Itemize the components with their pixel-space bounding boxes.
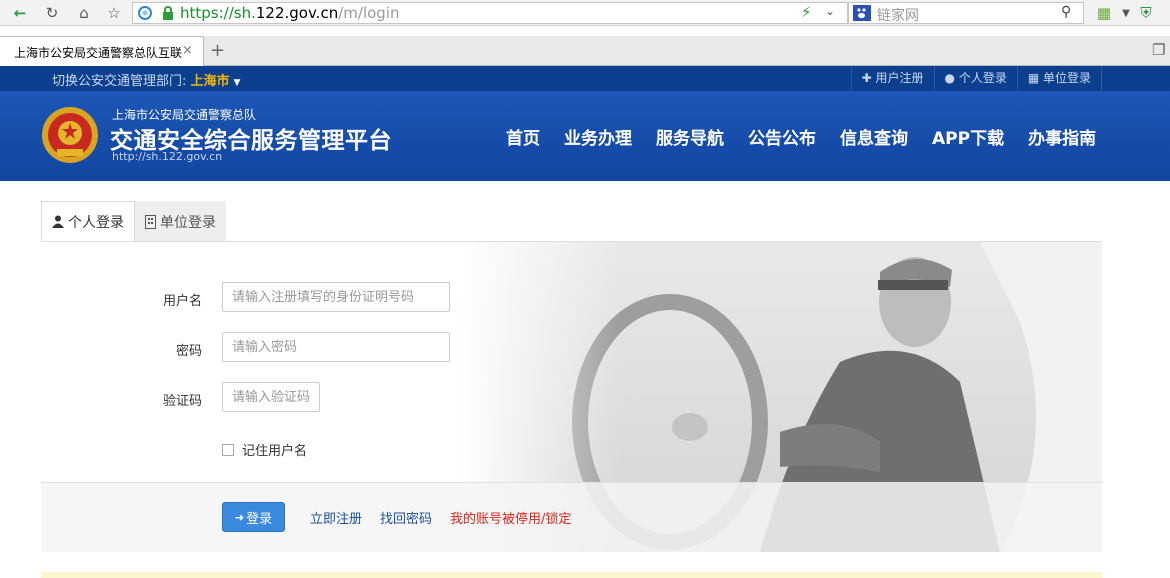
new-tab-button[interactable]: +: [210, 40, 225, 61]
nav-home[interactable]: 首页: [494, 124, 552, 149]
search-field[interactable]: 链家网 ⚲: [848, 2, 1084, 24]
chevron-down-icon[interactable]: ⌄: [825, 4, 835, 18]
recover-password-link[interactable]: 找回密码: [380, 508, 432, 527]
nav-announcements[interactable]: 公告公布: [736, 124, 828, 149]
caret-down-icon[interactable]: ▼: [234, 78, 241, 88]
chevron-down-icon[interactable]: ▼: [1116, 3, 1136, 23]
remember-label: 记住用户名: [242, 444, 308, 459]
register-link[interactable]: 立即注册: [310, 508, 362, 527]
sign-in-icon: ➜: [234, 510, 245, 524]
baidu-paw-icon: [853, 5, 871, 21]
reload-icon[interactable]: ↻: [42, 3, 62, 23]
back-arrow-icon[interactable]: ←: [10, 3, 30, 23]
compat-mode-icon: [138, 6, 152, 20]
nav-app-download[interactable]: APP下载: [920, 124, 1016, 149]
top-link-unit-login[interactable]: ▦ 单位登录: [1016, 66, 1102, 91]
user-icon: [52, 215, 64, 228]
search-icon[interactable]: ⚲: [1061, 4, 1071, 20]
browser-tab[interactable]: 上海市公安局交通警察总队互联 ×: [0, 36, 204, 66]
dept-switcher[interactable]: 切换公安交通管理部门: 上海市 ▼: [52, 70, 240, 89]
building-icon: ▦: [1027, 71, 1043, 85]
police-emblem-icon: [42, 107, 98, 163]
main-nav: 首页 业务办理 服务导航 公告公布 信息查询 APP下载 办事指南: [494, 124, 1108, 149]
tabs-divider: [41, 241, 1102, 242]
top-link-register[interactable]: ✚ 用户注册: [850, 66, 934, 91]
url-text[interactable]: https://sh.122.gov.cn/m/login: [180, 4, 399, 22]
user-icon: ●: [944, 71, 959, 85]
star-icon[interactable]: ☆: [104, 3, 124, 23]
dept-city[interactable]: 上海市: [191, 74, 230, 89]
remember-username[interactable]: 记住用户名: [222, 440, 307, 459]
dept-label: 切换公安交通管理部门:: [52, 74, 191, 89]
site-top-strip: 切换公安交通管理部门: 上海市 ▼ ✚ 用户注册 ● 个人登录 ▦ 单位登录: [0, 66, 1170, 91]
plus-icon: ✚: [861, 71, 876, 85]
close-icon[interactable]: ×: [182, 43, 193, 58]
captcha-label: 验证码: [162, 394, 202, 409]
captcha-input[interactable]: [222, 382, 320, 412]
password-label: 密码: [175, 344, 202, 359]
window-restore-icon[interactable]: ❐: [1152, 41, 1165, 59]
nav-guide[interactable]: 办事指南: [1016, 124, 1108, 149]
browser-tab-strip: 上海市公安局交通警察总队互联 × + ❐: [0, 36, 1170, 66]
nav-info-query[interactable]: 信息查询: [828, 124, 920, 149]
nav-business[interactable]: 业务办理: [552, 124, 644, 149]
password-input[interactable]: [222, 332, 450, 362]
notice-bar: [41, 572, 1102, 578]
bolt-icon[interactable]: ⚡: [801, 3, 812, 21]
nav-service-guide[interactable]: 服务导航: [644, 124, 736, 149]
form-actions-bar: [41, 482, 1102, 552]
tab-personal-login[interactable]: 个人登录: [41, 201, 135, 242]
home-icon[interactable]: ⌂: [74, 3, 94, 23]
top-links: ✚ 用户注册 ● 个人登录 ▦ 单位登录: [850, 66, 1102, 91]
login-button[interactable]: ➜ 登录: [222, 502, 285, 532]
search-placeholder: 链家网: [877, 8, 919, 24]
remember-checkbox[interactable]: [222, 443, 234, 456]
tab-title: 上海市公安局交通警察总队互联: [14, 46, 183, 60]
browser-address-bar: ← ↻ ⌂ ☆ ⚡ ⌄ https://sh.122.gov.cn/m/logi…: [0, 0, 1170, 26]
tab-unit-login[interactable]: 单位登录: [135, 201, 226, 242]
shield-icon[interactable]: ⛨: [1136, 3, 1156, 23]
apps-icon[interactable]: ▦: [1094, 3, 1114, 23]
login-tabs: 个人登录 单位登录: [41, 201, 226, 242]
top-link-personal-login[interactable]: ● 个人登录: [933, 66, 1017, 91]
lock-icon: [163, 6, 173, 20]
username-label: 用户名: [162, 294, 202, 309]
username-input[interactable]: [222, 282, 450, 312]
building-icon: [145, 214, 156, 229]
site-url: http://sh.122.gov.cn: [112, 150, 223, 163]
account-locked-link[interactable]: 我的账号被停用/锁定: [450, 508, 571, 527]
site-header: 上海市公安局交通警察总队 交通安全综合服务管理平台 http://sh.122.…: [0, 91, 1170, 181]
